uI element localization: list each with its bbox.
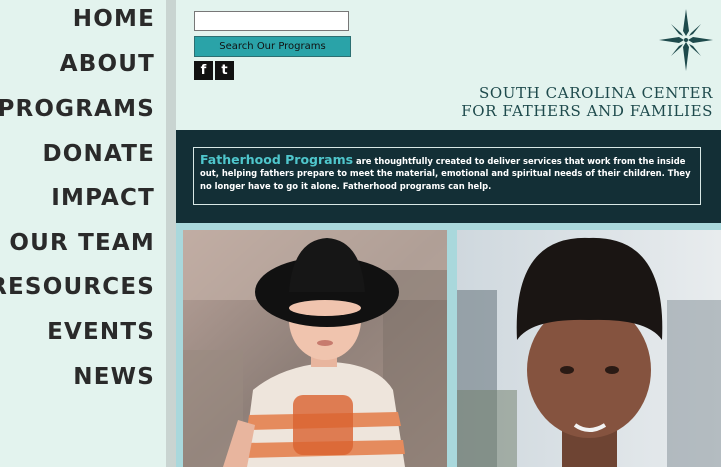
- photo-gallery: [176, 223, 721, 467]
- site-header: Search Our Programs f t SOUTH CAROLINA C…: [176, 0, 721, 130]
- intro-banner: Fatherhood Programs are thoughtfully cre…: [176, 130, 721, 223]
- sidebar-nav: HOME ABOUT PROGRAMS DONATE IMPACT OUR TE…: [0, 0, 166, 467]
- banner-title: Fatherhood Programs: [200, 152, 354, 167]
- photo-young-man: [457, 230, 721, 467]
- main-content: Search Our Programs f t SOUTH CAROLINA C…: [176, 0, 721, 467]
- nav-programs[interactable]: PROGRAMS: [0, 96, 155, 122]
- photo-child-cowboy: [183, 230, 447, 467]
- org-name: SOUTH CAROLINA CENTER FOR FATHERS AND FA…: [461, 84, 713, 120]
- facebook-icon[interactable]: f: [194, 61, 213, 80]
- org-name-line1: SOUTH CAROLINA CENTER: [479, 84, 713, 102]
- banner-text-box: Fatherhood Programs are thoughtfully cre…: [193, 147, 701, 205]
- compass-star-icon: [659, 9, 713, 71]
- search-input[interactable]: [194, 11, 349, 31]
- nav-news[interactable]: NEWS: [73, 364, 155, 390]
- sidebar-divider: [166, 0, 176, 467]
- twitter-icon[interactable]: t: [215, 61, 234, 80]
- nav-impact[interactable]: IMPACT: [51, 185, 155, 211]
- nav-our-team[interactable]: OUR TEAM: [9, 230, 155, 256]
- search-programs-button[interactable]: Search Our Programs: [194, 36, 351, 57]
- nav-about[interactable]: ABOUT: [60, 51, 155, 77]
- nav-home[interactable]: HOME: [73, 6, 155, 32]
- nav-donate[interactable]: DONATE: [42, 141, 155, 167]
- nav-events[interactable]: EVENTS: [47, 319, 155, 345]
- nav-resources[interactable]: RESOURCES: [0, 274, 155, 300]
- org-name-line2: FOR FATHERS AND FAMILIES: [461, 102, 713, 120]
